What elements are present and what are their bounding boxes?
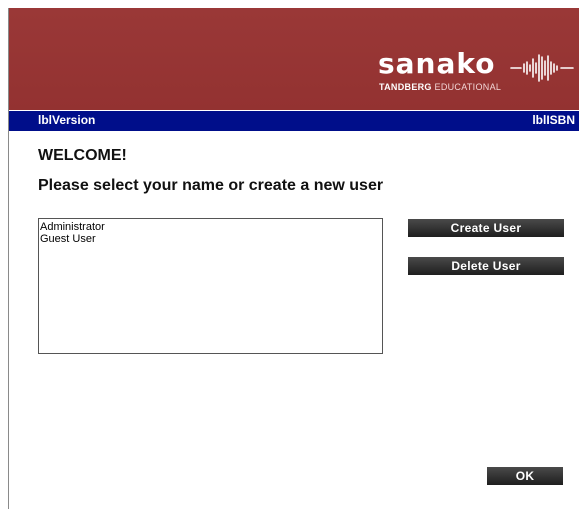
select-user-prompt: Please select your name or create a new … bbox=[38, 177, 384, 194]
create-user-button[interactable]: Create User bbox=[408, 219, 564, 237]
logo-wordmark: sanako bbox=[378, 47, 496, 80]
info-bar: lblVersion lblISBN bbox=[9, 110, 579, 131]
user-listbox[interactable]: Administrator Guest User bbox=[38, 218, 383, 354]
list-item-administrator[interactable]: Administrator bbox=[39, 221, 382, 233]
logo-subtitle: TANDBERG EDUCATIONAL bbox=[379, 82, 501, 92]
isbn-label: lblISBN bbox=[532, 113, 575, 127]
logo-subtitle-rest: EDUCATIONAL bbox=[431, 82, 502, 92]
version-label: lblVersion bbox=[38, 113, 96, 127]
sound-wave-icon bbox=[510, 54, 574, 82]
delete-user-button[interactable]: Delete User bbox=[408, 257, 564, 275]
sanako-logo: sanako TANDBERG EDUCATIONAL bbox=[378, 47, 578, 99]
header-banner: sanako TANDBERG EDUCATIONAL bbox=[9, 8, 579, 110]
welcome-heading: WELCOME! bbox=[38, 147, 127, 164]
list-item-guest-user[interactable]: Guest User bbox=[39, 233, 382, 245]
ok-button[interactable]: OK bbox=[487, 467, 563, 485]
logo-subtitle-bold: TANDBERG bbox=[379, 82, 432, 92]
